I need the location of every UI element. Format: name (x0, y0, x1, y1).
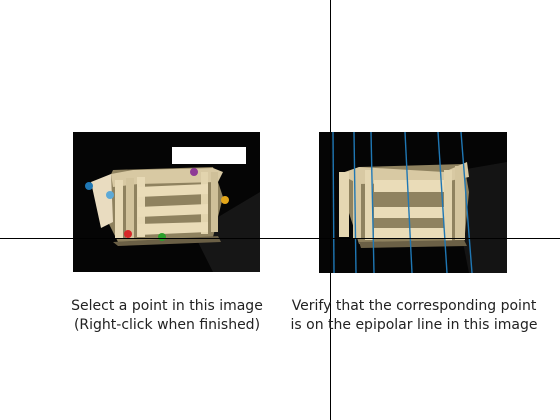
right-caption-line1: Verify that the corresponding point (291, 298, 537, 314)
selected-point-1 (85, 182, 93, 190)
left-caption-line1: Select a point in this image (71, 298, 263, 314)
left-caption: Select a point in this image (Right-clic… (56, 297, 278, 335)
temple-image-left[interactable] (73, 132, 260, 272)
selected-point-4 (158, 233, 166, 241)
right-caption: Verify that the corresponding point is o… (274, 297, 554, 335)
left-caption-line2: (Right-click when finished) (73, 317, 261, 333)
selected-point-3 (124, 230, 132, 238)
epipolar-line (332, 132, 335, 273)
selected-point-2 (106, 191, 114, 199)
selected-point-5 (221, 196, 229, 204)
crosshair-horizontal (0, 238, 560, 239)
right-image-panel (319, 132, 507, 273)
crosshair-vertical (330, 0, 331, 420)
left-image-panel[interactable] (73, 132, 260, 272)
temple-image-right (319, 132, 507, 273)
right-caption-line2: is on the epipolar line in this image (290, 317, 538, 333)
selected-point-6 (190, 168, 198, 176)
